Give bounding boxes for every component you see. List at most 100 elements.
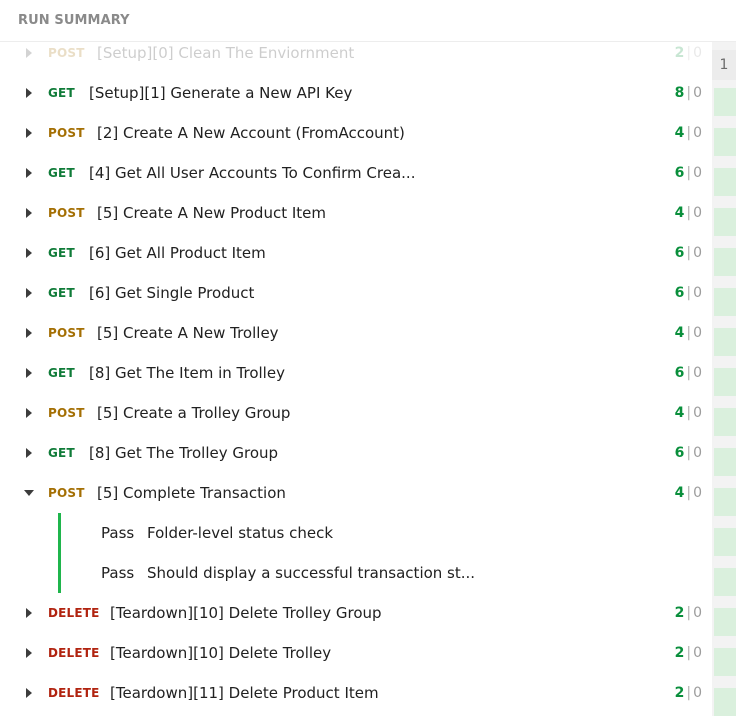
count-separator: | — [686, 285, 692, 301]
test-name: Should display a successful transaction … — [147, 564, 476, 582]
method-badge: POST — [48, 206, 85, 220]
test-counts: 6 | 0 — [675, 285, 702, 301]
iteration-cell[interactable] — [714, 488, 736, 516]
chevron-right-icon[interactable] — [24, 687, 34, 699]
request-row[interactable]: GET [8] Get The Item in Trolley 6 | 0 — [0, 353, 712, 393]
page-title: RUN SUMMARY — [18, 13, 130, 28]
iteration-cell[interactable] — [714, 688, 736, 716]
chevron-right-icon[interactable] — [24, 247, 34, 259]
chevron-right-icon[interactable] — [24, 607, 34, 619]
iteration-cell[interactable] — [714, 368, 736, 396]
request-name: [Setup][1] Generate a New API Key — [89, 84, 353, 102]
pass-count: 6 — [674, 245, 685, 261]
chevron-down-icon[interactable] — [23, 488, 35, 498]
chevron-right-icon[interactable] — [24, 167, 34, 179]
iteration-cell[interactable] — [714, 168, 736, 196]
test-status: Pass — [101, 564, 135, 582]
count-separator: | — [686, 165, 692, 181]
test-counts: 6 | 0 — [675, 445, 702, 461]
pass-count: 2 — [674, 645, 685, 661]
fail-count: 0 — [693, 245, 702, 261]
chevron-right-icon[interactable] — [24, 47, 34, 59]
iteration-cell[interactable] — [714, 528, 736, 556]
iteration-cell[interactable] — [714, 328, 736, 356]
request-row[interactable]: DELETE [Teardown][10] Delete Trolley 2 | 0 — [0, 633, 712, 673]
request-row[interactable]: GET [4] Get All User Accounts To Confirm… — [0, 153, 712, 193]
chevron-right-icon[interactable] — [24, 407, 34, 419]
count-separator: | — [686, 605, 692, 621]
test-counts: 6 | 0 — [675, 165, 702, 181]
fail-count: 0 — [693, 645, 702, 661]
request-name: [Teardown][11] Delete Product Item — [110, 684, 379, 702]
chevron-right-icon[interactable] — [24, 647, 34, 659]
count-separator: | — [686, 485, 692, 501]
request-name: [5] Complete Transaction — [97, 484, 286, 502]
chevron-right-icon[interactable] — [24, 447, 34, 459]
request-row[interactable]: GET [Setup][1] Generate a New API Key 8 |… — [0, 73, 712, 113]
count-separator: | — [686, 445, 692, 461]
iteration-cell[interactable] — [714, 208, 736, 236]
fail-count: 0 — [693, 685, 702, 701]
test-counts: 2 | 0 — [675, 685, 702, 701]
test-counts: 2 | 0 — [675, 45, 702, 61]
test-counts: 2 | 0 — [675, 605, 702, 621]
request-row[interactable]: DELETE [Teardown][10] Delete Trolley Gro… — [0, 593, 712, 633]
count-separator: | — [686, 245, 692, 261]
request-name: [4] Get All User Accounts To Confirm Cre… — [89, 164, 416, 182]
iteration-cell[interactable] — [714, 128, 736, 156]
request-row[interactable]: POST [5] Create A New Product Item 4 | 0 — [0, 193, 712, 233]
count-separator: | — [686, 645, 692, 661]
request-row[interactable]: GET [8] Get The Trolley Group 6 | 0 — [0, 433, 712, 473]
iteration-cell[interactable] — [714, 448, 736, 476]
iteration-header[interactable]: 1 — [712, 50, 736, 80]
request-name: [8] Get The Item in Trolley — [89, 364, 285, 382]
iteration-cell[interactable] — [714, 568, 736, 596]
pass-count: 6 — [674, 165, 685, 181]
request-name: [Setup][0] Clean The Enviornment — [97, 44, 355, 62]
request-name: [8] Get The Trolley Group — [89, 444, 279, 462]
request-name: [5] Create a Trolley Group — [97, 404, 291, 422]
chevron-right-icon[interactable] — [24, 207, 34, 219]
iteration-cell[interactable] — [714, 608, 736, 636]
pass-count: 4 — [674, 125, 685, 141]
request-name: [6] Get All Product Item — [89, 244, 266, 262]
fail-count: 0 — [693, 125, 702, 141]
request-row[interactable]: POST [5] Create A New Trolley 4 | 0 — [0, 313, 712, 353]
request-row[interactable]: GET [6] Get Single Product 6 | 0 — [0, 273, 712, 313]
pass-count: 2 — [674, 605, 685, 621]
pass-count: 4 — [674, 325, 685, 341]
iteration-cell[interactable] — [714, 248, 736, 276]
pass-count: 2 — [674, 45, 685, 61]
chevron-right-icon[interactable] — [24, 327, 34, 339]
request-row-expanded[interactable]: POST [5] Complete Transaction 4 | 0 — [0, 473, 712, 513]
chevron-right-icon[interactable] — [24, 127, 34, 139]
request-name: [5] Create A New Product Item — [97, 204, 327, 222]
request-name: [Teardown][10] Delete Trolley Group — [110, 604, 382, 622]
method-badge: DELETE — [48, 606, 100, 620]
count-separator: | — [686, 325, 692, 341]
method-badge: GET — [48, 166, 75, 180]
chevron-right-icon[interactable] — [24, 287, 34, 299]
fail-count: 0 — [693, 205, 702, 221]
iteration-cell[interactable] — [714, 88, 736, 116]
request-row[interactable]: POST [2] Create A New Account (FromAccou… — [0, 113, 712, 153]
request-row[interactable]: GET [6] Get All Product Item 6 | 0 — [0, 233, 712, 273]
iteration-column: 1 — [712, 42, 736, 716]
test-counts: 2 | 0 — [675, 645, 702, 661]
iteration-cell[interactable] — [714, 408, 736, 436]
fail-count: 0 — [693, 405, 702, 421]
count-separator: | — [686, 85, 692, 101]
request-row[interactable]: POST [5] Create a Trolley Group 4 | 0 — [0, 393, 712, 433]
test-result-row: Pass Should display a successful transac… — [0, 553, 712, 593]
fail-count: 0 — [693, 165, 702, 181]
iteration-cell[interactable] — [714, 288, 736, 316]
method-badge: POST — [48, 406, 85, 420]
count-separator: | — [686, 405, 692, 421]
chevron-right-icon[interactable] — [24, 87, 34, 99]
iteration-cell[interactable] — [714, 648, 736, 676]
pass-count: 4 — [674, 205, 685, 221]
chevron-right-icon[interactable] — [24, 367, 34, 379]
run-summary-header: RUN SUMMARY — [0, 0, 736, 42]
method-badge: GET — [48, 246, 75, 260]
request-row[interactable]: DELETE [Teardown][11] Delete Product Ite… — [0, 673, 712, 713]
